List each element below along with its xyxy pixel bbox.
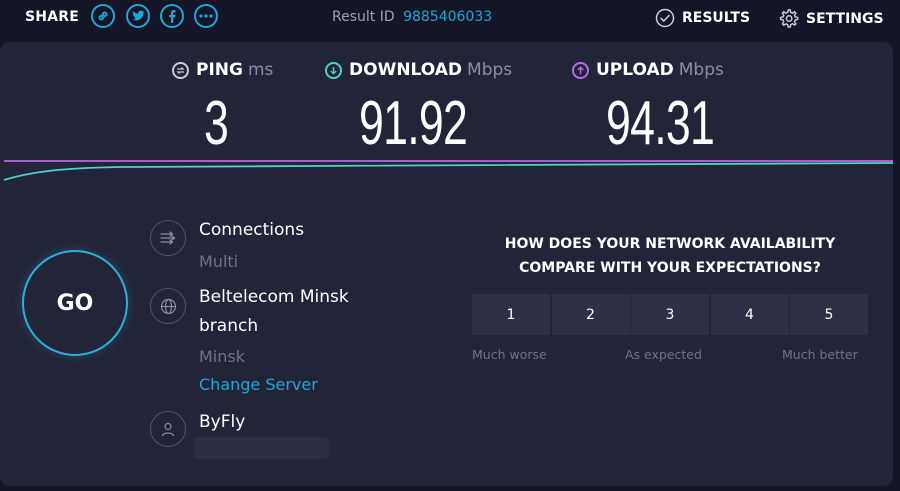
- share-more-button[interactable]: [194, 4, 218, 28]
- check-circle-icon: [655, 8, 675, 28]
- connections-icon: [150, 220, 186, 256]
- ping-icon: [172, 61, 189, 79]
- upload-arrow-icon: [572, 61, 589, 79]
- results-label: RESULTS: [682, 10, 751, 26]
- share-facebook-button[interactable]: [160, 4, 184, 28]
- rating-mid-label: As expected: [625, 347, 702, 362]
- share-label: SHARE: [25, 9, 79, 25]
- top-bar: SHARE Result ID 9885406033 RESULTS SETTI…: [0, 0, 900, 36]
- twitter-icon: [132, 10, 144, 21]
- survey-question-line2: COMPARE WITH YOUR EXPECTATIONS?: [519, 260, 821, 276]
- rating-high-label: Much better: [782, 347, 858, 362]
- upload-unit: Mbps: [678, 60, 724, 80]
- result-id: Result ID 9885406033: [332, 9, 492, 25]
- ping-unit: ms: [247, 60, 274, 80]
- share-link-button[interactable]: [91, 4, 115, 28]
- facebook-icon: [169, 9, 176, 23]
- rating-button-1[interactable]: 1: [472, 294, 550, 335]
- download-arrow-icon: [325, 61, 342, 79]
- rating-scale: 1 2 3 4 5: [472, 294, 870, 335]
- connections-label: Connections: [199, 220, 305, 240]
- upload-metric: UPLOAD Mbps 94.31: [572, 60, 724, 158]
- result-id-value[interactable]: 9885406033: [403, 9, 492, 25]
- ping-header: PING ms: [172, 60, 273, 80]
- server-location: Minsk: [199, 347, 245, 366]
- download-unit: Mbps: [467, 60, 513, 80]
- change-server-link[interactable]: Change Server: [199, 375, 318, 394]
- result-id-label: Result ID: [332, 9, 395, 25]
- server-name-line1: Beltelecom Minsk: [199, 287, 349, 307]
- ping-value: 3: [204, 89, 229, 158]
- upload-header: UPLOAD Mbps: [572, 60, 724, 80]
- connections-value[interactable]: Multi: [199, 252, 238, 271]
- settings-label: SETTINGS: [806, 10, 884, 27]
- survey-question: HOW DOES YOUR NETWORK AVAILABILITY COMPA…: [470, 232, 870, 280]
- upload-label: UPLOAD: [596, 60, 674, 80]
- speed-graph: [3, 160, 893, 181]
- results-nav-button[interactable]: RESULTS: [655, 8, 750, 28]
- ping-label: PING: [196, 60, 243, 80]
- results-panel: PING ms 3 DOWNLOAD Mbps 91.92 UPLOAD Mbp…: [0, 42, 893, 486]
- link-icon: [98, 11, 108, 21]
- rating-button-5[interactable]: 5: [790, 294, 868, 335]
- download-value: 91.92: [359, 89, 468, 158]
- download-label: DOWNLOAD: [349, 60, 463, 80]
- user-icon: [150, 411, 186, 447]
- rating-button-2[interactable]: 2: [551, 294, 630, 335]
- more-icon: [199, 14, 213, 18]
- go-label: GO: [56, 290, 94, 316]
- globe-icon: [150, 288, 186, 324]
- settings-nav-button[interactable]: SETTINGS: [778, 8, 884, 29]
- redacted-ip-address: [194, 437, 329, 459]
- download-header: DOWNLOAD Mbps: [325, 60, 512, 80]
- download-metric: DOWNLOAD Mbps 91.92: [325, 60, 512, 158]
- download-graph-line: [3, 162, 893, 181]
- ping-metric: PING ms 3: [172, 60, 273, 158]
- share-twitter-button[interactable]: [126, 4, 150, 28]
- go-button[interactable]: GO: [22, 250, 128, 356]
- rating-low-label: Much worse: [472, 347, 547, 362]
- survey-question-line1: HOW DOES YOUR NETWORK AVAILABILITY: [504, 236, 836, 252]
- isp-name: ByFly: [199, 412, 246, 432]
- gear-icon: [779, 9, 799, 28]
- upload-value: 94.31: [606, 89, 715, 158]
- server-name-line2: branch: [199, 316, 259, 336]
- rating-button-3[interactable]: 3: [631, 294, 709, 335]
- rating-button-4[interactable]: 4: [710, 294, 789, 335]
